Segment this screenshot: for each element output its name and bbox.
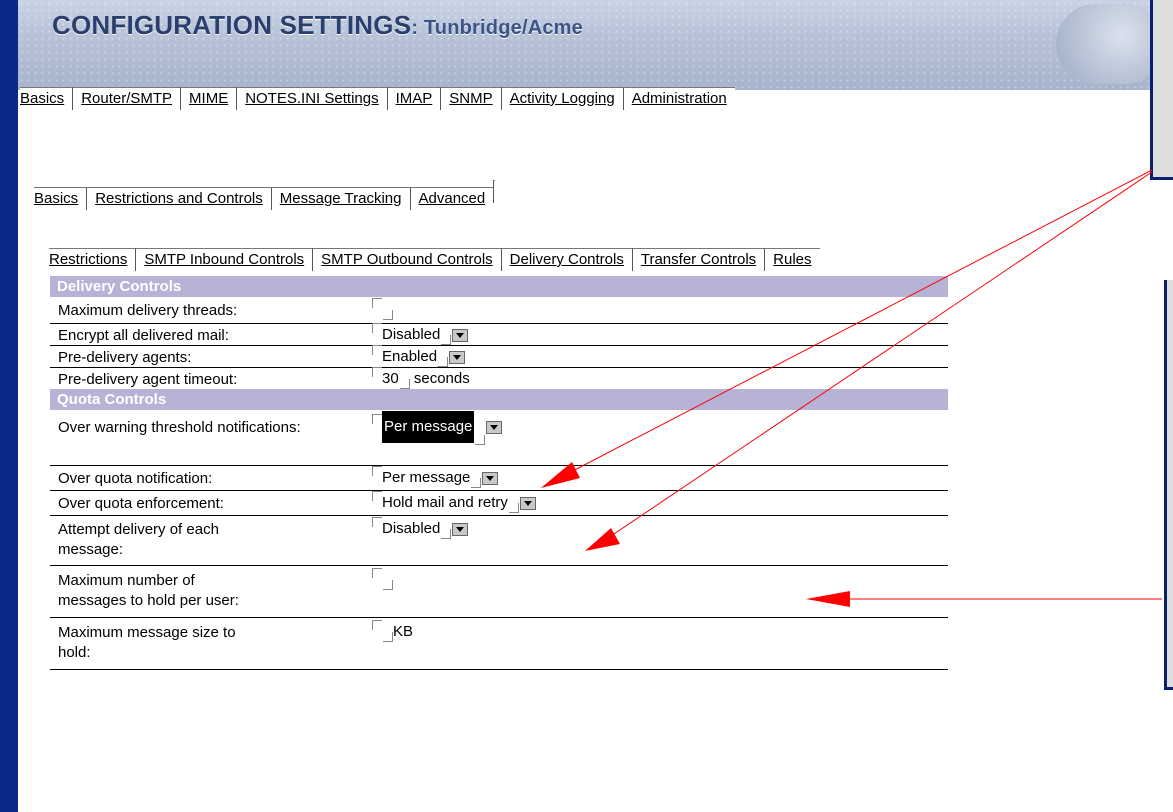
arrow-head-1 — [541, 462, 580, 488]
page: CONFIGURATION SETTINGS: Tunbridge/Acme B… — [0, 0, 1173, 812]
annotation-arrows — [541, 169, 1162, 607]
arrow-head-3 — [806, 591, 850, 607]
arrow-line-1 — [564, 169, 1153, 476]
arrow-head-2 — [585, 528, 620, 551]
arrow-line-2 — [604, 171, 1153, 541]
